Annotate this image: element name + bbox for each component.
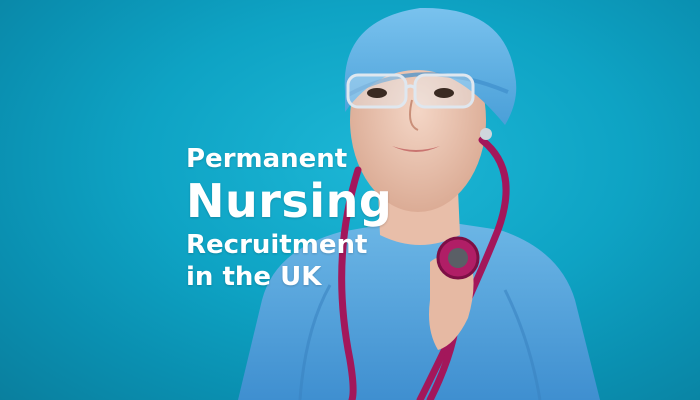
banner: Permanent Nursing Recruitment in the UK [0, 0, 700, 400]
headline-line-3: Recruitment [186, 230, 368, 260]
headline-line-1: Permanent [186, 144, 348, 174]
stethoscope-chestpiece-inner [448, 248, 468, 268]
left-eye [367, 88, 387, 98]
headline: Permanent Nursing Recruitment in the UK [186, 146, 392, 290]
headline-line-4: in the UK [186, 262, 322, 292]
headline-line-2: Nursing [186, 174, 393, 228]
stethoscope-earpiece [480, 128, 492, 140]
right-eye [434, 88, 454, 98]
